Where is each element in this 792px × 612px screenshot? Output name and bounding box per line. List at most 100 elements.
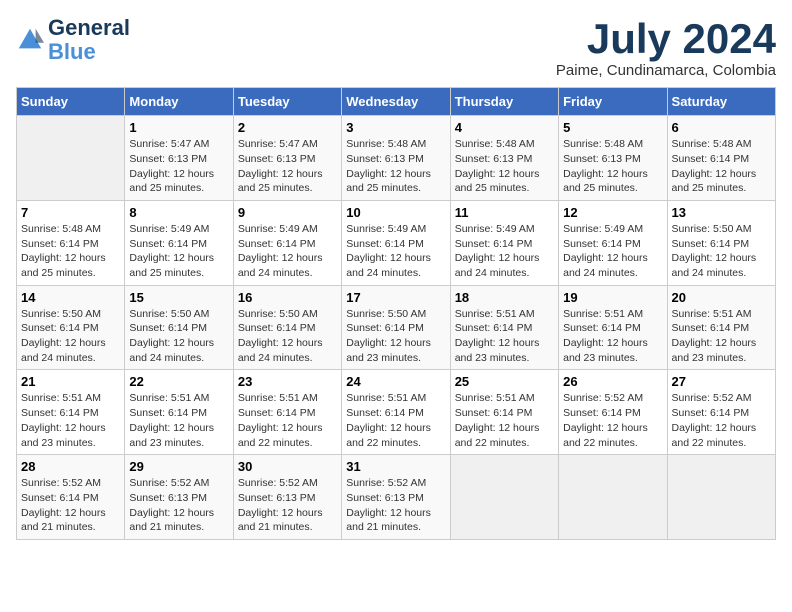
calendar-cell: 22Sunrise: 5:51 AMSunset: 6:14 PMDayligh… (125, 370, 233, 455)
weekday-header: Wednesday (342, 88, 450, 116)
day-number: 26 (563, 374, 662, 389)
day-info: Sunrise: 5:47 AMSunset: 6:13 PMDaylight:… (238, 137, 337, 196)
calendar-cell: 10 Sunrise: 5:49 AMSunset: 6:14 PMDayligh… (342, 200, 450, 285)
calendar-cell: 1Sunrise: 5:47 AMSunset: 6:13 PMDaylight… (125, 116, 233, 201)
day-number: 10 (346, 205, 445, 220)
logo: General Blue (16, 16, 130, 64)
calendar-cell: 4 Sunrise: 5:48 AMSunset: 6:13 PMDaylight… (450, 116, 558, 201)
weekday-header: Friday (559, 88, 667, 116)
day-number: 4 (455, 120, 554, 135)
day-number: 8 (129, 205, 228, 220)
day-number: 31 (346, 459, 445, 474)
title-block: July 2024 Paime, Cundinamarca, Colombia (556, 16, 776, 79)
day-info: Sunrise: 5:51 AMSunset: 6:14 PMDaylight:… (129, 391, 228, 450)
day-info: Sunrise: 5:49 AMSunset: 6:14 PMDaylight:… (238, 222, 337, 281)
day-info: Sunrise: 5:48 AMSunset: 6:14 PMDaylight:… (21, 222, 120, 281)
day-number: 25 (455, 374, 554, 389)
day-number: 24 (346, 374, 445, 389)
day-info: Sunrise: 5:51 AMSunset: 6:14 PMDaylight:… (21, 391, 120, 450)
calendar-cell: 23 Sunrise: 5:51 AMSunset: 6:14 PMDayligh… (233, 370, 341, 455)
calendar-cell (17, 116, 125, 201)
calendar-cell: 18 Sunrise: 5:51 AMSunset: 6:14 PMDayligh… (450, 285, 558, 370)
day-info: Sunrise: 5:48 AMSunset: 6:13 PMDaylight:… (455, 137, 554, 196)
location-title: Paime, Cundinamarca, Colombia (556, 62, 776, 79)
day-number: 11 (455, 205, 554, 220)
calendar-cell: 17Sunrise: 5:50 AMSunset: 6:14 PMDayligh… (342, 285, 450, 370)
day-info: Sunrise: 5:49 AMSunset: 6:14 PMDaylight:… (129, 222, 228, 281)
day-info: Sunrise: 5:48 AMSunset: 6:13 PMDaylight:… (563, 137, 662, 196)
day-number: 15 (129, 290, 228, 305)
calendar-cell: 20 Sunrise: 5:51 AMSunset: 6:14 PMDayligh… (667, 285, 775, 370)
day-info: Sunrise: 5:50 AMSunset: 6:14 PMDaylight:… (672, 222, 771, 281)
month-title: July 2024 (556, 16, 776, 62)
day-number: 18 (455, 290, 554, 305)
calendar-cell: 30 Sunrise: 5:52 AMSunset: 6:13 PMDayligh… (233, 455, 341, 540)
calendar-cell: 24Sunrise: 5:51 AMSunset: 6:14 PMDayligh… (342, 370, 450, 455)
day-info: Sunrise: 5:50 AMSunset: 6:14 PMDaylight:… (129, 307, 228, 366)
calendar-week-row: 21 Sunrise: 5:51 AMSunset: 6:14 PMDayligh… (17, 370, 776, 455)
calendar-cell: 25 Sunrise: 5:51 AMSunset: 6:14 PMDayligh… (450, 370, 558, 455)
day-number: 19 (563, 290, 662, 305)
day-number: 12 (563, 205, 662, 220)
calendar-week-row: 1 Sunrise: 5:47 AMSunset: 6:13 PMDaylight… (17, 116, 776, 201)
calendar-cell: 13 Sunrise: 5:50 AMSunset: 6:14 PMDayligh… (667, 200, 775, 285)
day-info: Sunrise: 5:50 AMSunset: 6:14 PMDaylight:… (21, 307, 120, 366)
day-info: Sunrise: 5:52 AMSunset: 6:13 PMDaylight:… (238, 476, 337, 535)
calendar-cell: 11 Sunrise: 5:49 AMSunset: 6:14 PMDayligh… (450, 200, 558, 285)
day-number: 21 (21, 374, 120, 389)
calendar-cell (450, 455, 558, 540)
calendar-cell: 6 Sunrise: 5:48 AMSunset: 6:14 PMDaylight… (667, 116, 775, 201)
logo-icon (16, 26, 44, 54)
day-info: Sunrise: 5:51 AMSunset: 6:14 PMDaylight:… (238, 391, 337, 450)
day-number: 6 (672, 120, 771, 135)
calendar-cell: 12 Sunrise: 5:49 AMSunset: 6:14 PMDayligh… (559, 200, 667, 285)
calendar-cell: 3 Sunrise: 5:48 AMSunset: 6:13 PMDaylight… (342, 116, 450, 201)
day-info: Sunrise: 5:52 AMSunset: 6:14 PMDaylight:… (672, 391, 771, 450)
day-number: 29 (129, 459, 228, 474)
day-number: 23 (238, 374, 337, 389)
day-number: 9 (238, 205, 337, 220)
day-info: Sunrise: 5:49 AMSunset: 6:14 PMDaylight:… (563, 222, 662, 281)
calendar-table: SundayMondayTuesdayWednesdayThursdayFrid… (16, 87, 776, 540)
calendar-cell: 19Sunrise: 5:51 AMSunset: 6:14 PMDayligh… (559, 285, 667, 370)
calendar-week-row: 14Sunrise: 5:50 AMSunset: 6:14 PMDayligh… (17, 285, 776, 370)
weekday-header: Saturday (667, 88, 775, 116)
day-number: 2 (238, 120, 337, 135)
day-number: 13 (672, 205, 771, 220)
day-number: 1 (129, 120, 228, 135)
day-info: Sunrise: 5:51 AMSunset: 6:14 PMDaylight:… (672, 307, 771, 366)
calendar-cell: 26 Sunrise: 5:52 AMSunset: 6:14 PMDayligh… (559, 370, 667, 455)
weekday-header: Sunday (17, 88, 125, 116)
calendar-cell: 2 Sunrise: 5:47 AMSunset: 6:13 PMDaylight… (233, 116, 341, 201)
day-info: Sunrise: 5:52 AMSunset: 6:14 PMDaylight:… (563, 391, 662, 450)
calendar-cell: 15 Sunrise: 5:50 AMSunset: 6:14 PMDayligh… (125, 285, 233, 370)
day-number: 20 (672, 290, 771, 305)
calendar-cell: 16Sunrise: 5:50 AMSunset: 6:14 PMDayligh… (233, 285, 341, 370)
day-info: Sunrise: 5:51 AMSunset: 6:14 PMDaylight:… (455, 307, 554, 366)
calendar-cell: 21 Sunrise: 5:51 AMSunset: 6:14 PMDayligh… (17, 370, 125, 455)
day-number: 7 (21, 205, 120, 220)
day-number: 30 (238, 459, 337, 474)
day-number: 3 (346, 120, 445, 135)
day-info: Sunrise: 5:50 AMSunset: 6:14 PMDaylight:… (238, 307, 337, 366)
calendar-cell: 29 Sunrise: 5:52 AMSunset: 6:13 PMDayligh… (125, 455, 233, 540)
calendar-cell: 5 Sunrise: 5:48 AMSunset: 6:13 PMDaylight… (559, 116, 667, 201)
calendar-cell: 9 Sunrise: 5:49 AMSunset: 6:14 PMDaylight… (233, 200, 341, 285)
calendar-cell: 7 Sunrise: 5:48 AMSunset: 6:14 PMDaylight… (17, 200, 125, 285)
day-info: Sunrise: 5:49 AMSunset: 6:14 PMDaylight:… (346, 222, 445, 281)
weekday-header: Monday (125, 88, 233, 116)
day-number: 5 (563, 120, 662, 135)
day-info: Sunrise: 5:49 AMSunset: 6:14 PMDaylight:… (455, 222, 554, 281)
page-header: General Blue July 2024 Paime, Cundinamar… (16, 16, 776, 79)
day-info: Sunrise: 5:48 AMSunset: 6:13 PMDaylight:… (346, 137, 445, 196)
weekday-header-row: SundayMondayTuesdayWednesdayThursdayFrid… (17, 88, 776, 116)
calendar-cell: 8 Sunrise: 5:49 AMSunset: 6:14 PMDaylight… (125, 200, 233, 285)
day-info: Sunrise: 5:52 AMSunset: 6:13 PMDaylight:… (129, 476, 228, 535)
day-info: Sunrise: 5:48 AMSunset: 6:14 PMDaylight:… (672, 137, 771, 196)
calendar-cell: 28Sunrise: 5:52 AMSunset: 6:14 PMDayligh… (17, 455, 125, 540)
calendar-cell (559, 455, 667, 540)
calendar-cell: 14Sunrise: 5:50 AMSunset: 6:14 PMDayligh… (17, 285, 125, 370)
day-info: Sunrise: 5:52 AMSunset: 6:13 PMDaylight:… (346, 476, 445, 535)
calendar-cell: 31 Sunrise: 5:52 AMSunset: 6:13 PMDayligh… (342, 455, 450, 540)
day-info: Sunrise: 5:51 AMSunset: 6:14 PMDaylight:… (455, 391, 554, 450)
